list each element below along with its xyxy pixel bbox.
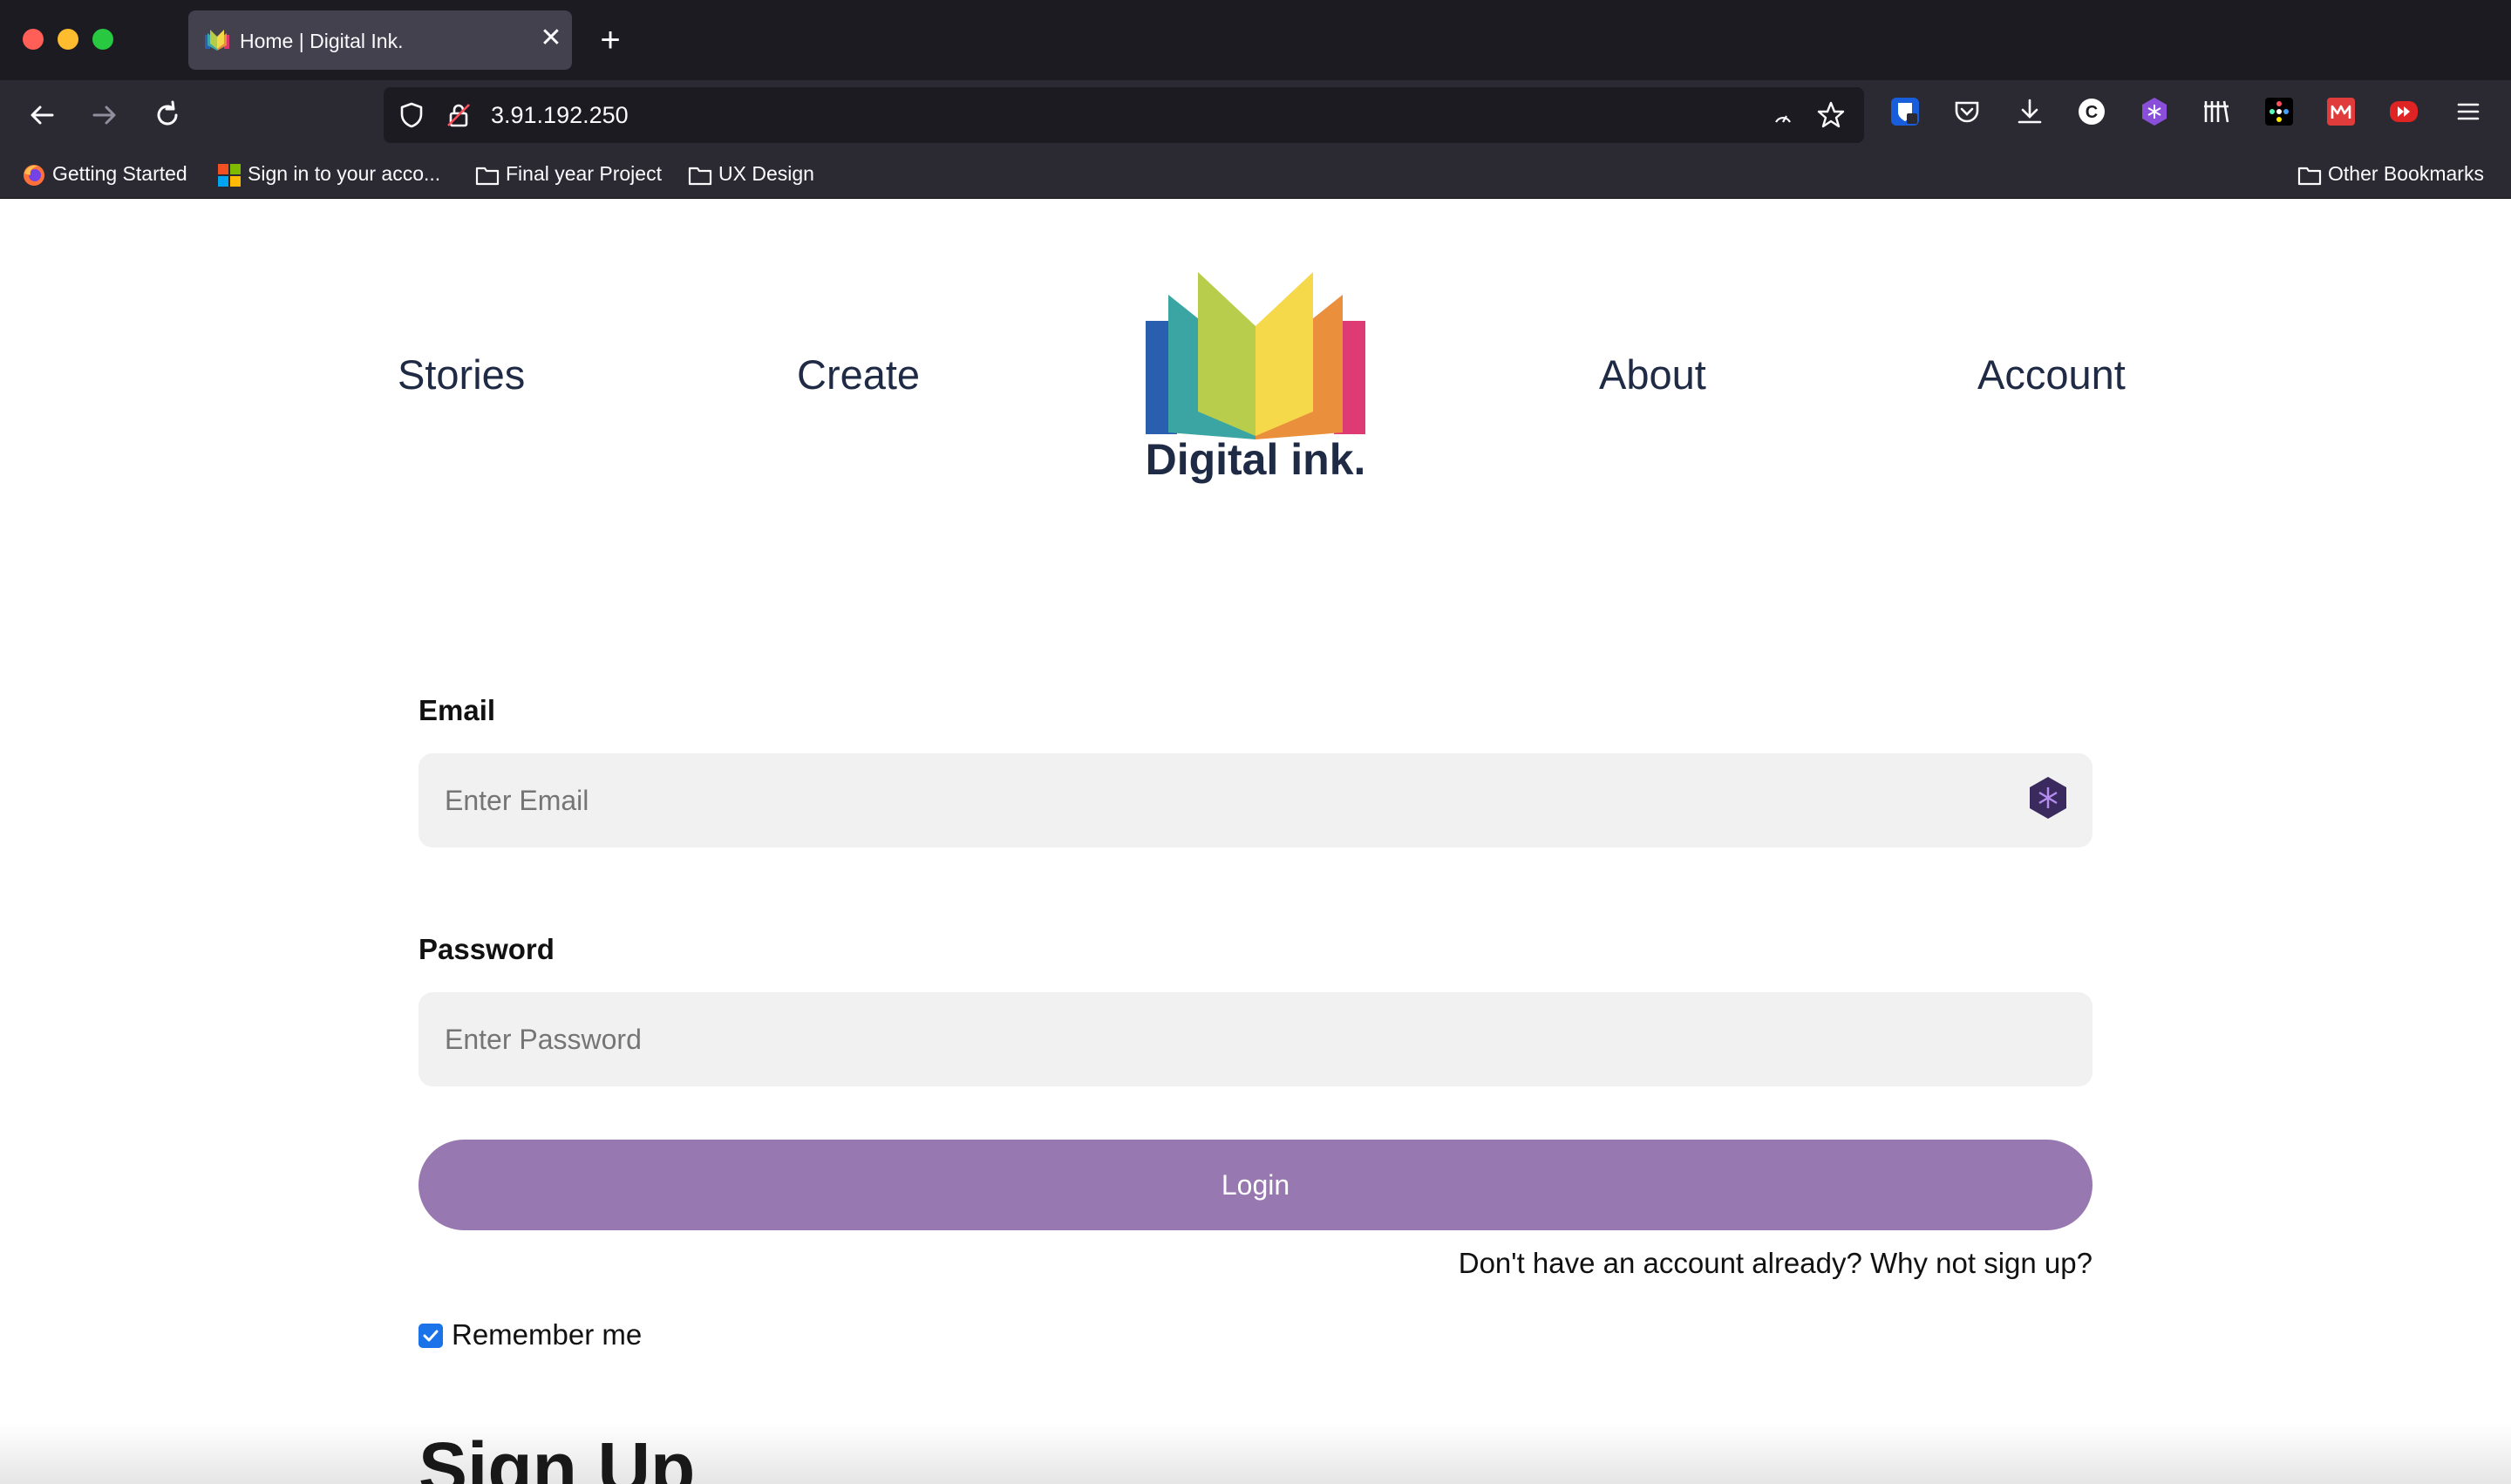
back-arrow-icon[interactable]: [23, 96, 61, 134]
pocket-icon[interactable]: [1950, 94, 1984, 129]
insecure-lock-icon[interactable]: [445, 101, 473, 129]
bookmark-label: Final year Project: [506, 162, 662, 185]
nav-link-account[interactable]: Account: [1977, 351, 2126, 398]
signup-link[interactable]: Don't have an account already? Why not s…: [1459, 1247, 2092, 1280]
bookmarks-toolbar: Getting Started Sign in to your acco... …: [0, 150, 2511, 199]
firefox-icon: [24, 164, 44, 186]
svg-text:C: C: [2086, 103, 2098, 122]
window-bottom-shadow: [0, 1423, 2511, 1484]
browser-chrome: Home | Digital Ink. ✕ + 3.91.192.250 C G…: [0, 0, 2511, 199]
bookmark-star-icon[interactable]: [1815, 99, 1847, 131]
bookmark-label: Other Bookmarks: [2328, 162, 2484, 185]
red-m-extension-icon[interactable]: [2324, 94, 2358, 129]
new-tab-button[interactable]: +: [593, 23, 628, 58]
email-label: Email: [418, 694, 496, 726]
email-field[interactable]: [418, 753, 2092, 848]
window-maximize-button[interactable]: [92, 29, 113, 50]
password-field[interactable]: [418, 992, 2092, 1086]
remember-me-label: Remember me: [452, 1318, 643, 1351]
logo-wordmark: Digital ink.: [1145, 435, 1366, 484]
password-manager-field-icon[interactable]: [2024, 774, 2072, 821]
digital-ink-favicon-icon: [205, 30, 229, 51]
folder-icon: [688, 167, 712, 186]
hexagon-extension-icon[interactable]: [2137, 94, 2172, 129]
bookmark-label: Getting Started: [52, 162, 187, 185]
reader-view-icon[interactable]: [1770, 103, 1796, 129]
bookmark-folder-final-year-project[interactable]: Final year Project: [474, 159, 662, 188]
nav-link-create[interactable]: Create: [797, 351, 920, 398]
password-label: Password: [418, 933, 555, 965]
folder-icon: [475, 167, 500, 186]
bookmark-label: Sign in to your acco...: [248, 162, 441, 185]
bookmark-folder-ux-design[interactable]: UX Design: [687, 159, 814, 188]
nav-link-stories[interactable]: Stories: [398, 351, 525, 398]
reload-icon[interactable]: [148, 96, 187, 134]
login-button[interactable]: Login: [418, 1140, 2092, 1230]
remember-me-checkbox[interactable]: [418, 1324, 443, 1348]
url-bar[interactable]: 3.91.192.250: [384, 87, 1864, 143]
library-icon[interactable]: [2199, 94, 2234, 129]
red-forward-extension-icon[interactable]: [2386, 94, 2421, 129]
web-page: Stories Create Digital ink. About Accoun…: [0, 199, 2511, 1484]
bookmark-label: UX Design: [718, 162, 814, 185]
downloads-icon[interactable]: [2012, 94, 2047, 129]
signup-heading: Sign Up: [418, 1427, 696, 1484]
tab-close-icon[interactable]: ✕: [537, 24, 565, 52]
colorful-extension-icon[interactable]: [2262, 94, 2297, 129]
url-text: 3.91.192.250: [491, 102, 629, 128]
tab-title: Home | Digital Ink.: [240, 30, 404, 52]
browser-tab[interactable]: Home | Digital Ink. ✕: [188, 10, 572, 70]
bookmark-getting-started[interactable]: Getting Started: [21, 159, 187, 188]
tracking-shield-icon[interactable]: [398, 101, 425, 129]
other-bookmarks-folder[interactable]: Other Bookmarks: [2297, 159, 2484, 188]
tab-bar: Home | Digital Ink. ✕ +: [0, 0, 2511, 80]
forward-arrow-icon[interactable]: [85, 96, 124, 134]
microsoft-icon: [218, 163, 241, 187]
folder-icon: [2297, 167, 2322, 186]
nav-link-about[interactable]: About: [1599, 351, 1706, 398]
c-extension-icon[interactable]: C: [2074, 94, 2109, 129]
navigation-toolbar: 3.91.192.250 C: [0, 80, 2511, 150]
window-close-button[interactable]: [23, 29, 44, 50]
bitwarden-icon[interactable]: [1888, 94, 1922, 129]
bookmark-sign-in[interactable]: Sign in to your acco...: [216, 159, 440, 188]
menu-icon[interactable]: [2451, 94, 2486, 129]
window-minimize-button[interactable]: [58, 29, 78, 50]
